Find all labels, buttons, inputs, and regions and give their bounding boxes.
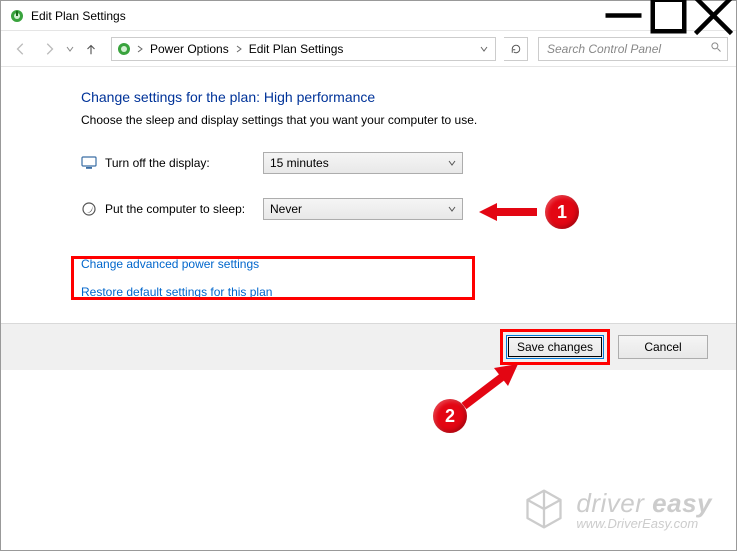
sleep-timeout-select[interactable]: Never <box>263 198 463 220</box>
watermark: driver easy www.DriverEasy.com <box>522 487 712 534</box>
window-title: Edit Plan Settings <box>31 9 601 23</box>
history-dropdown-icon[interactable] <box>65 45 75 53</box>
setting-label-sleep: Put the computer to sleep: <box>105 202 263 216</box>
app-icon <box>9 8 25 24</box>
refresh-button[interactable] <box>504 37 528 61</box>
chevron-right-icon <box>136 42 144 56</box>
search-box[interactable] <box>538 37 728 61</box>
sleep-icon <box>81 201 97 217</box>
minimize-button[interactable] <box>601 1 646 30</box>
setting-row-sleep: Put the computer to sleep: Never <box>81 195 696 223</box>
footer: Save changes Cancel <box>1 323 736 370</box>
close-button[interactable] <box>691 1 736 30</box>
watermark-line1a: driver <box>576 488 644 518</box>
navbar: Power Options Edit Plan Settings <box>1 31 736 67</box>
window-buttons <box>601 1 736 30</box>
back-button[interactable] <box>9 37 33 61</box>
search-icon <box>710 41 722 56</box>
breadcrumb-item-edit-plan-settings[interactable]: Edit Plan Settings <box>247 42 346 56</box>
cancel-button[interactable]: Cancel <box>618 335 708 359</box>
breadcrumb-dropdown-icon[interactable] <box>477 45 491 53</box>
breadcrumb-app-icon <box>116 41 132 57</box>
setting-label-display: Turn off the display: <box>105 156 263 170</box>
search-input[interactable] <box>545 41 704 57</box>
setting-row-display: Turn off the display: 15 minutes <box>81 149 696 177</box>
titlebar: Edit Plan Settings <box>1 1 736 31</box>
display-timeout-value: 15 minutes <box>270 156 329 170</box>
sleep-timeout-value: Never <box>270 202 302 216</box>
display-icon <box>81 155 97 171</box>
watermark-line2: www.DriverEasy.com <box>576 516 712 531</box>
chevron-down-icon <box>448 202 456 216</box>
page-heading: Change settings for the plan: High perfo… <box>81 89 696 105</box>
save-changes-button[interactable]: Save changes <box>506 335 604 359</box>
link-advanced-settings[interactable]: Change advanced power settings <box>81 257 696 271</box>
up-button[interactable] <box>79 37 103 61</box>
link-restore-defaults[interactable]: Restore default settings for this plan <box>81 285 696 299</box>
forward-button[interactable] <box>37 37 61 61</box>
watermark-line1b: easy <box>652 488 712 518</box>
breadcrumb-item-power-options[interactable]: Power Options <box>148 42 231 56</box>
breadcrumb[interactable]: Power Options Edit Plan Settings <box>111 37 496 61</box>
chevron-right-icon <box>235 42 243 56</box>
cube-icon <box>522 487 566 534</box>
chevron-down-icon <box>448 156 456 170</box>
annotation-step-2: 2 <box>433 399 467 433</box>
page-subtext: Choose the sleep and display settings th… <box>81 113 696 127</box>
display-timeout-select[interactable]: 15 minutes <box>263 152 463 174</box>
content-area: Change settings for the plan: High perfo… <box>1 67 736 323</box>
annotation-highlight-2: Save changes <box>500 329 610 365</box>
maximize-button[interactable] <box>646 1 691 30</box>
